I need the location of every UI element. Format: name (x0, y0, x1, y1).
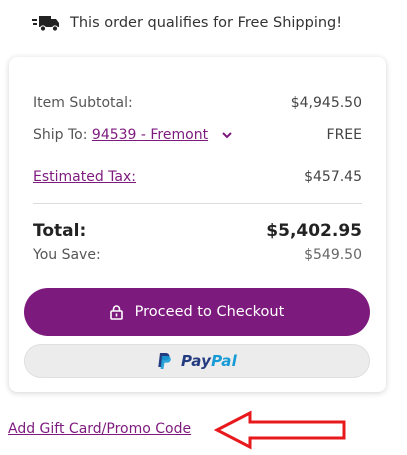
savings-value: $549.50 (304, 247, 362, 263)
truck-icon (32, 16, 59, 32)
paypal-wordmark: PayPal (181, 352, 237, 370)
add-gift-card-promo-link[interactable]: Add Gift Card/Promo Code (8, 421, 191, 437)
lock-icon (109, 304, 123, 320)
checkout-button-label: Proceed to Checkout (134, 304, 285, 320)
divider (33, 203, 362, 204)
paypal-button[interactable]: PayPal (24, 344, 370, 378)
total-row: Total: $5,402.95 (33, 221, 362, 241)
subtotal-value: $4,945.50 (290, 95, 362, 111)
free-shipping-banner: This order qualifies for Free Shipping! (32, 14, 342, 32)
total-label: Total: (33, 221, 87, 241)
total-value: $5,402.95 (266, 221, 362, 241)
ship-to-label: Ship To: (33, 127, 88, 143)
order-summary-card: Item Subtotal: $4,945.50 Ship To: 94539 … (9, 57, 386, 392)
ship-to-row: Ship To: 94539 - Fremont FREE (33, 127, 362, 143)
paypal-logo-icon (158, 353, 171, 369)
savings-row: You Save: $549.50 (33, 247, 362, 263)
chevron-down-icon[interactable] (221, 130, 233, 140)
proceed-to-checkout-button[interactable]: Proceed to Checkout (24, 288, 370, 336)
ship-to-location-link[interactable]: 94539 - Fremont (92, 127, 208, 143)
shipping-value: FREE (326, 127, 362, 143)
savings-label: You Save: (33, 247, 101, 263)
estimated-tax-link[interactable]: Estimated Tax: (33, 169, 136, 185)
tax-row: Estimated Tax: $457.45 (33, 169, 362, 185)
subtotal-row: Item Subtotal: $4,945.50 (33, 95, 362, 111)
tax-value: $457.45 (304, 169, 362, 185)
free-shipping-text: This order qualifies for Free Shipping! (70, 15, 343, 31)
annotation-arrow-icon (214, 410, 346, 450)
subtotal-label: Item Subtotal: (33, 95, 133, 111)
